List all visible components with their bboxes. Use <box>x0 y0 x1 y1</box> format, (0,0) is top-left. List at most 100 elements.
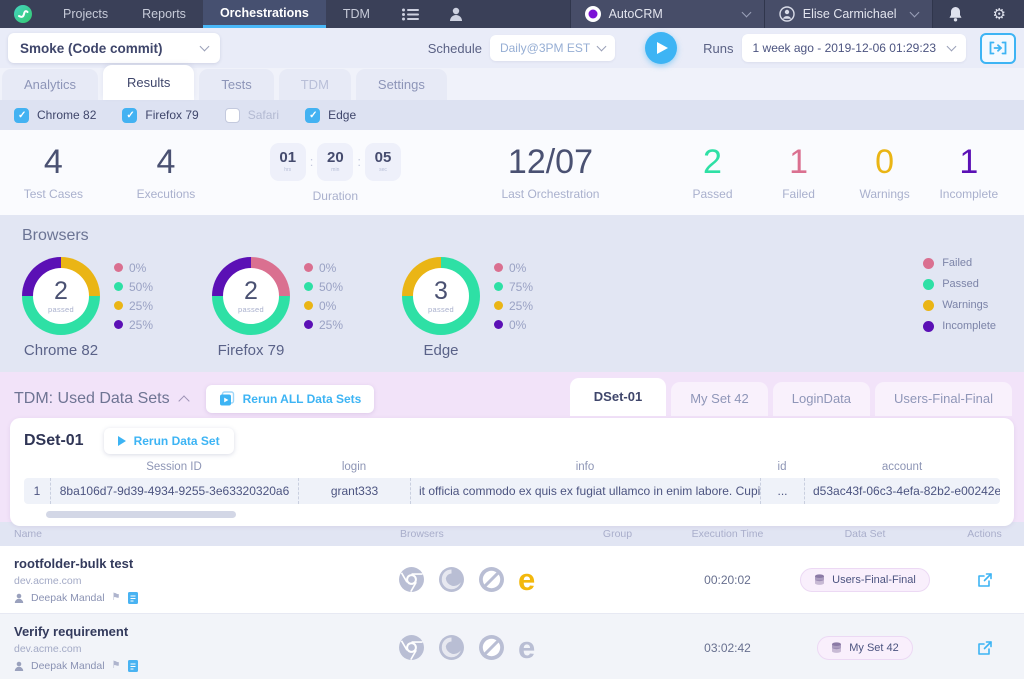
section-tabs: Analytics Results Tests TDM Settings <box>0 68 1024 100</box>
stat-incomplete: 1 Incomplete <box>928 145 1010 201</box>
owner-name: Deepak Mandal <box>31 660 105 672</box>
flag-icon[interactable]: ⚑ <box>112 593 121 603</box>
duration-hours: 01 hrs <box>270 143 306 181</box>
donut-center-label: passed <box>428 305 454 314</box>
warnings-dot-icon <box>923 300 934 311</box>
users-button[interactable] <box>434 0 478 28</box>
filter-safari[interactable]: Safari <box>225 108 279 123</box>
failed-dot-icon <box>304 263 313 272</box>
tdm-section: TDM: Used Data Sets Rerun ALL Data Sets … <box>0 372 1024 522</box>
chevron-down-icon <box>597 42 607 52</box>
passed-dot-icon <box>304 282 313 291</box>
runs-selector[interactable]: 1 week ago - 2019-12-06 01:29:23 <box>742 34 966 62</box>
column-header: Session ID <box>50 454 298 478</box>
tab-analytics[interactable]: Analytics <box>2 69 98 100</box>
donut-chart-chrome: 2 passed 0% 50% 25% 25% Chrome 82 <box>22 257 212 359</box>
schedule-selector[interactable]: Daily@3PM EST <box>490 35 615 61</box>
horizontal-scrollbar[interactable] <box>46 511 236 518</box>
table-row[interactable]: Verify requirement dev.acme.com Deepak M… <box>0 613 1024 679</box>
tab-results[interactable]: Results <box>103 65 194 100</box>
failed-dot-icon <box>114 263 123 272</box>
incomplete-dot-icon <box>114 320 123 329</box>
notifications-button[interactable] <box>932 0 978 28</box>
edge-icon: e <box>518 632 535 663</box>
open-result-button[interactable] <box>945 572 1024 588</box>
stat-failed: 1 Failed <box>756 145 842 201</box>
data-set-tab-dset-01[interactable]: DSet-01 <box>570 378 666 416</box>
tab-tests[interactable]: Tests <box>199 69 273 100</box>
app-logo[interactable] <box>0 0 46 28</box>
project-logo-icon <box>585 6 601 22</box>
checkbox-unchecked-icon <box>225 108 240 123</box>
suite-selector[interactable]: Smoke (Code commit) <box>8 33 220 63</box>
donut-ring: 2 passed <box>22 257 100 335</box>
user-name-label: Elise Carmichael <box>803 7 897 21</box>
project-selector-label: AutoCRM <box>609 7 663 21</box>
document-icon[interactable] <box>128 592 138 604</box>
tab-settings[interactable]: Settings <box>356 69 447 100</box>
compare-runs-button[interactable] <box>980 33 1016 64</box>
test-name[interactable]: rootfolder-bulk test <box>14 556 390 571</box>
orchestration-toolbar: Smoke (Code commit) Schedule Daily@3PM E… <box>0 28 1024 68</box>
project-selector[interactable]: AutoCRM <box>570 0 764 28</box>
run-orchestration-button[interactable] <box>645 32 677 64</box>
donut-chart-name: Edge <box>402 342 480 359</box>
nav-item-tdm[interactable]: TDM <box>326 0 387 28</box>
data-set-pill[interactable]: My Set 42 <box>817 636 913 660</box>
play-icon <box>657 42 668 54</box>
browsers-section-title: Browsers <box>22 227 1024 245</box>
play-icon <box>118 436 126 446</box>
passed-dot-icon <box>114 282 123 291</box>
filter-firefox-79[interactable]: Firefox 79 <box>122 108 198 123</box>
donut-center-label: passed <box>238 305 264 314</box>
filter-edge[interactable]: Edge <box>305 108 356 123</box>
donut-center-value: 2 <box>54 279 68 304</box>
chevron-down-icon <box>947 42 957 52</box>
person-icon <box>14 661 24 671</box>
filter-label: Chrome 82 <box>37 108 96 122</box>
open-result-button[interactable] <box>945 640 1024 656</box>
data-set-pill[interactable]: Users-Final-Final <box>800 568 930 592</box>
owner-name: Deepak Mandal <box>31 592 105 604</box>
nav-item-orchestrations[interactable]: Orchestrations <box>203 0 326 28</box>
column-header: Actions <box>945 528 1024 540</box>
donut-center-label: passed <box>48 305 74 314</box>
donut-chart-name: Firefox 79 <box>212 342 290 359</box>
document-icon[interactable] <box>128 660 138 672</box>
colon-separator: : <box>357 154 361 169</box>
settings-button[interactable]: ⚙ <box>978 0 1024 28</box>
tab-tdm[interactable]: TDM <box>279 69 351 100</box>
flag-icon[interactable]: ⚑ <box>112 661 121 671</box>
stat-value: 1 <box>959 145 978 179</box>
nav-item-reports[interactable]: Reports <box>125 0 203 28</box>
chevron-down-icon <box>741 8 751 18</box>
donut-ring: 3 passed <box>402 257 480 335</box>
list-icon <box>402 8 419 21</box>
data-set-tab-logindata[interactable]: LoginData <box>773 382 870 416</box>
filter-chrome-82[interactable]: Chrome 82 <box>14 108 96 123</box>
data-set-table-row[interactable]: 1 8ba106d7-9d39-4934-9255-3e63320320a6 g… <box>24 478 1000 504</box>
user-icon <box>449 7 463 21</box>
donut-chart-edge: 3 passed 0% 75% 25% 0% Edge <box>402 257 592 359</box>
stat-duration: 01 hrs : 20 min : 05 sec Duration <box>239 143 431 203</box>
column-header: id <box>760 454 804 478</box>
table-row[interactable]: rootfolder-bulk test dev.acme.com Deepak… <box>0 546 1024 613</box>
tdm-section-title[interactable]: TDM: Used Data Sets <box>14 390 188 408</box>
person-icon <box>14 593 24 603</box>
data-set-tab-users-final-final[interactable]: Users-Final-Final <box>875 382 1012 416</box>
id-cell: ... <box>760 478 804 504</box>
data-set-tab-my-set-42[interactable]: My Set 42 <box>671 382 768 416</box>
filter-label: Safari <box>248 108 279 122</box>
duration-minutes: 20 min <box>317 143 353 181</box>
user-menu[interactable]: Elise Carmichael <box>764 0 932 28</box>
firefox-icon <box>438 634 465 661</box>
rerun-all-data-sets-button[interactable]: Rerun ALL Data Sets <box>206 385 375 413</box>
rerun-data-set-button[interactable]: Rerun Data Set <box>104 428 234 454</box>
chrome-icon <box>398 634 425 661</box>
list-view-button[interactable] <box>387 0 434 28</box>
checkbox-checked-icon <box>122 108 137 123</box>
nav-item-projects[interactable]: Projects <box>46 0 125 28</box>
rerun-all-icon <box>219 391 235 407</box>
data-set-panel-title: DSet-01 <box>24 432 84 450</box>
test-name[interactable]: Verify requirement <box>14 624 390 639</box>
